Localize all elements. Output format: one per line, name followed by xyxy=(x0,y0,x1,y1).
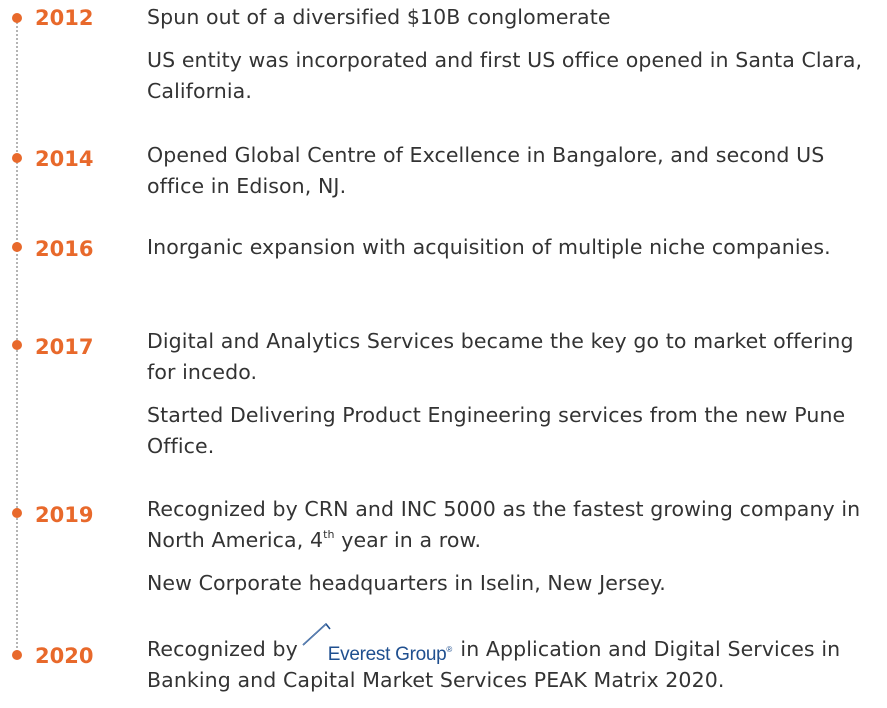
timeline-text: Inorganic expansion with acquisition of … xyxy=(147,235,831,259)
timeline-year: 2017 xyxy=(35,335,94,359)
timeline-dot xyxy=(12,153,22,163)
timeline-text: Recognized by Everest Group® in Applicati… xyxy=(147,623,877,696)
timeline-year: 2012 xyxy=(35,6,94,30)
timeline-dot xyxy=(12,242,22,252)
timeline-dot xyxy=(12,650,22,660)
timeline-dot xyxy=(12,340,22,350)
timeline-text: US entity was incorporated and first US … xyxy=(147,48,863,103)
logo-wordmark: Everest Group® xyxy=(327,644,453,665)
timeline-year: 2016 xyxy=(35,237,94,261)
timeline-text: New Corporate headquarters in Iselin, Ne… xyxy=(147,571,666,595)
timeline-text-part: Recognized by xyxy=(147,637,298,661)
timeline-text: Recognized by CRN and INC 5000 as the fa… xyxy=(147,494,877,556)
timeline-text: Digital and Analytics Services became th… xyxy=(147,329,854,384)
ordinal-suffix: th xyxy=(323,528,335,542)
timeline-text-part: Recognized by CRN and INC 5000 as the fa… xyxy=(147,497,861,552)
everest-group-logo: Everest Group® xyxy=(302,623,452,665)
timeline-dot xyxy=(12,508,22,518)
timeline-dot xyxy=(12,13,22,23)
company-timeline: 2012 Spun out of a diversified $10B cong… xyxy=(0,0,887,692)
timeline-year: 2014 xyxy=(35,147,94,171)
timeline-rail xyxy=(16,18,18,656)
timeline-text: Spun out of a diversified $10B conglomer… xyxy=(147,5,611,29)
timeline-text-part: year in a row. xyxy=(334,528,482,552)
timeline-year: 2019 xyxy=(35,503,94,527)
timeline-year: 2020 xyxy=(35,644,94,668)
timeline-text: Opened Global Centre of Excellence in Ba… xyxy=(147,143,825,198)
timeline-text: Started Delivering Product Engineering s… xyxy=(147,403,846,458)
